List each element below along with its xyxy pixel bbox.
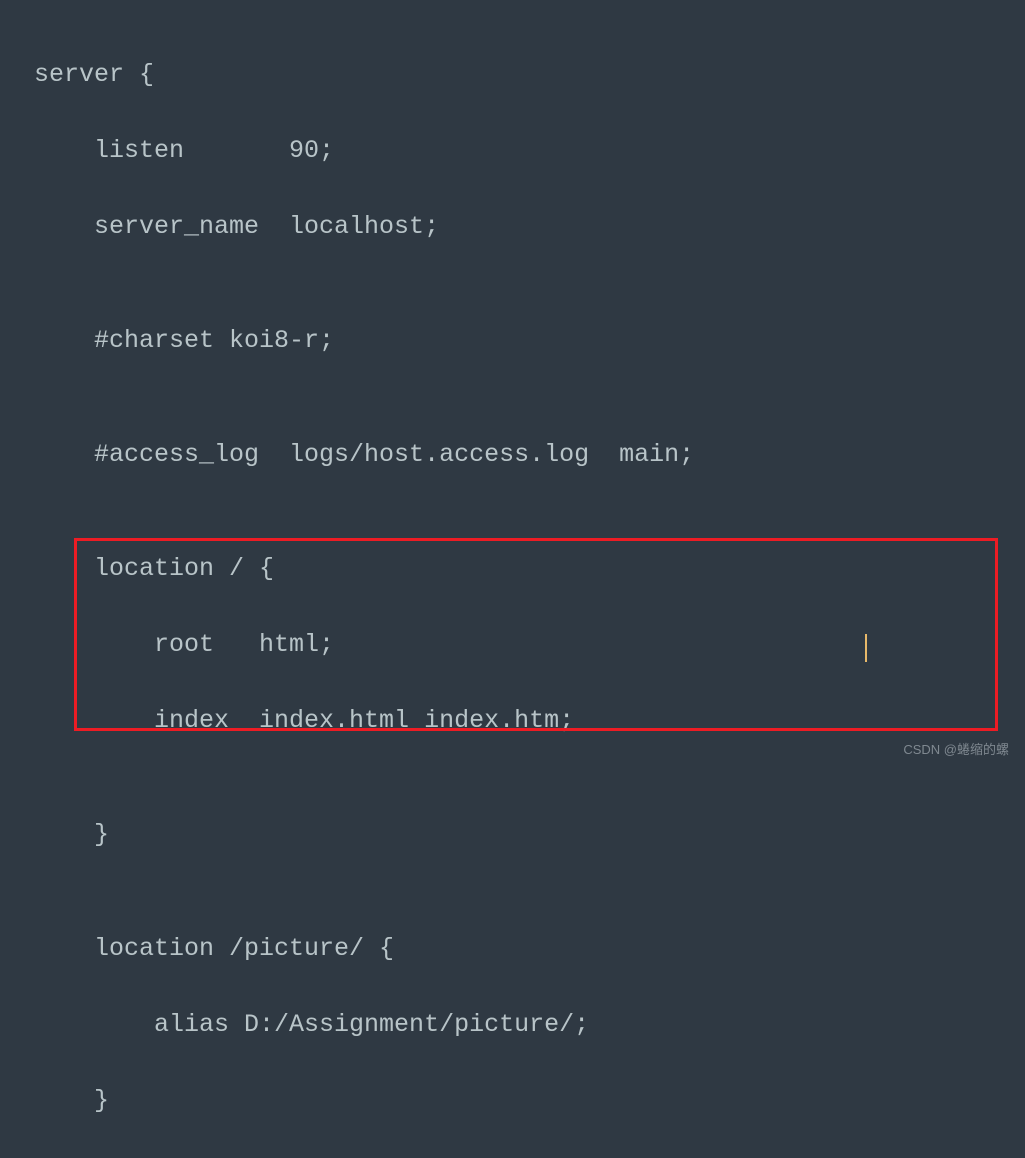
code-line: alias D:/Assignment/picture/; — [34, 1006, 1025, 1044]
code-line: } — [34, 1082, 1025, 1120]
code-block: server { listen 90; server_name localhos… — [34, 18, 1025, 1158]
code-line: index index.html index.htm; — [34, 702, 1025, 740]
watermark: CSDN @蜷缩的螺 — [903, 740, 1009, 760]
code-line: location / { — [34, 550, 1025, 588]
text-cursor — [865, 634, 867, 662]
code-line: } — [34, 816, 1025, 854]
code-line: #access_log logs/host.access.log main; — [34, 436, 1025, 474]
code-line: location /picture/ { — [34, 930, 1025, 968]
code-line: server_name localhost; — [34, 208, 1025, 246]
code-line: root html; — [34, 626, 1025, 664]
code-line: server { — [34, 56, 1025, 94]
code-line: #charset koi8-r; — [34, 322, 1025, 360]
code-line: listen 90; — [34, 132, 1025, 170]
